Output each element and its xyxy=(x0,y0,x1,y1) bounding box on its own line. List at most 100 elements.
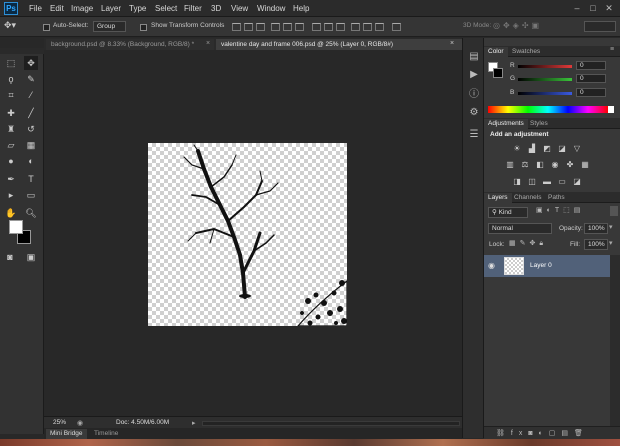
menu-edit[interactable]: Edit xyxy=(50,3,64,14)
menu-view[interactable]: View xyxy=(231,3,248,14)
align-hcenter-icon[interactable] xyxy=(283,23,292,31)
distribute-vcenter-icon[interactable] xyxy=(324,23,333,31)
distribute-hcenter-icon[interactable] xyxy=(363,23,372,31)
color-lookup-icon[interactable]: ▦ xyxy=(580,160,590,169)
blend-mode-dropdown[interactable]: Normal xyxy=(488,223,552,234)
tab-color[interactable]: Color xyxy=(484,47,508,57)
panel-menu-icon[interactable]: ≡ xyxy=(610,46,614,53)
tab-styles[interactable]: Styles xyxy=(526,119,552,129)
dodge-icon[interactable]: ◐ xyxy=(24,154,38,168)
layers-scrollbar[interactable] xyxy=(610,255,620,435)
tab-layers[interactable]: Layers xyxy=(484,193,512,203)
layer-row[interactable]: ◉ Layer 0 xyxy=(484,255,610,277)
tab-paths[interactable]: Paths xyxy=(544,193,569,203)
show-transform-checkbox[interactable] xyxy=(140,24,147,31)
zoom-icon[interactable]: 🔍︎ xyxy=(24,206,38,220)
clone-stamp-icon[interactable]: ♜ xyxy=(4,122,18,136)
menu-image[interactable]: Image xyxy=(71,3,93,14)
distribute-bottom-icon[interactable] xyxy=(336,23,345,31)
pen-icon[interactable]: ✒ xyxy=(4,172,18,186)
close-button[interactable]: ✕ xyxy=(602,2,616,14)
workspace-dropdown[interactable] xyxy=(584,21,616,32)
threshold-icon[interactable]: ▬ xyxy=(542,177,552,186)
channel-r-value[interactable]: 0 xyxy=(576,61,606,70)
photo-filter-icon[interactable]: ◉ xyxy=(550,160,560,169)
menu-file[interactable]: File xyxy=(29,3,42,14)
horizontal-scrollbar[interactable] xyxy=(202,421,460,426)
zoom-info-icon[interactable]: ◉ xyxy=(77,419,85,427)
align-top-icon[interactable] xyxy=(232,23,241,31)
align-left-icon[interactable] xyxy=(271,23,280,31)
tab-channels[interactable]: Channels xyxy=(510,193,545,203)
healing-brush-icon[interactable]: ✚ xyxy=(4,106,18,120)
color-spectrum-ramp[interactable] xyxy=(488,106,608,113)
vibrance-icon[interactable]: ▽ xyxy=(572,144,582,153)
channel-b-slider[interactable] xyxy=(518,92,572,95)
fill-field[interactable]: 100% xyxy=(584,239,608,250)
channel-mixer-icon[interactable]: ✤ xyxy=(565,160,575,169)
layer-filter-toggle[interactable] xyxy=(610,206,618,216)
rectangular-marquee-icon[interactable]: ⬚ xyxy=(4,56,18,70)
channel-g-value[interactable]: 0 xyxy=(576,74,606,83)
posterize-icon[interactable]: ◫ xyxy=(527,177,537,186)
gradient-icon[interactable]: ▦ xyxy=(24,138,38,152)
properties-panel-icon[interactable]: ☰ xyxy=(467,128,481,142)
status-menu-arrow-icon[interactable]: ▸ xyxy=(192,419,200,427)
tab-background-psd[interactable]: background.psd @ 8.33% (Background, RGB/… xyxy=(46,39,214,50)
lock-icons[interactable]: ▦✎✥🔒︎ xyxy=(509,239,553,249)
zoom-level[interactable]: 25% xyxy=(53,419,73,427)
menu-type[interactable]: Type xyxy=(129,3,146,14)
channel-r-slider[interactable] xyxy=(518,65,572,68)
auto-select-dropdown[interactable]: Group xyxy=(93,21,126,32)
black-white-icon[interactable]: ◧ xyxy=(535,160,545,169)
menu-filter[interactable]: Filter xyxy=(184,3,202,14)
tools-panel-grip[interactable] xyxy=(0,48,44,54)
align-vcenter-icon[interactable] xyxy=(244,23,253,31)
tab-close-icon[interactable]: × xyxy=(450,40,458,47)
color-ramp-white[interactable] xyxy=(608,106,614,113)
menu-help[interactable]: Help xyxy=(293,3,309,14)
align-bottom-icon[interactable] xyxy=(256,23,265,31)
tab-swatches[interactable]: Swatches xyxy=(508,47,544,57)
menu-window[interactable]: Window xyxy=(257,3,285,14)
crop-icon[interactable]: ⌗ xyxy=(4,88,18,102)
rectangle-shape-icon[interactable]: ▭ xyxy=(24,188,38,202)
menu-3d[interactable]: 3D xyxy=(211,3,221,14)
channel-b-value[interactable]: 0 xyxy=(576,88,606,97)
auto-align-icon[interactable] xyxy=(392,23,401,31)
3d-mode-tools-icon[interactable]: ◎✥◈✣▣ xyxy=(493,21,573,32)
eyedropper-icon[interactable]: ⁄ xyxy=(24,88,38,102)
type-icon[interactable]: T xyxy=(24,172,38,186)
lasso-icon[interactable]: ϙ xyxy=(4,72,18,86)
quick-selection-icon[interactable]: ✎ xyxy=(24,72,38,86)
selective-color-icon[interactable]: ◪ xyxy=(572,177,582,186)
hand-icon[interactable]: ✋ xyxy=(4,206,18,220)
levels-icon[interactable]: ▟ xyxy=(527,144,537,153)
hue-saturation-icon[interactable]: ▥ xyxy=(505,160,515,169)
minimize-button[interactable]: – xyxy=(570,2,584,14)
path-selection-icon[interactable]: ▸ xyxy=(4,188,18,202)
screen-mode-icon[interactable]: ▣ xyxy=(24,250,38,264)
tab-adjustments[interactable]: Adjustments xyxy=(484,119,528,129)
layer-name[interactable]: Layer 0 xyxy=(530,262,552,269)
auto-select-checkbox[interactable] xyxy=(43,24,50,31)
color-balance-icon[interactable]: ⚖ xyxy=(520,160,530,169)
gradient-map-icon[interactable]: ▭ xyxy=(557,177,567,186)
history-panel-icon[interactable]: ▤ xyxy=(467,50,481,64)
layers-footer-icons[interactable]: ⛓fx◙◐▢▤🗑︎ xyxy=(496,429,589,437)
tab-close-icon[interactable]: × xyxy=(206,40,214,47)
actions-panel-icon[interactable]: ▶ xyxy=(467,68,481,82)
opacity-field[interactable]: 100% xyxy=(584,223,608,234)
invert-icon[interactable]: ◨ xyxy=(512,177,522,186)
history-brush-icon[interactable]: ↺ xyxy=(24,122,38,136)
menu-layer[interactable]: Layer xyxy=(101,3,121,14)
curves-icon[interactable]: ◩ xyxy=(542,144,552,153)
distribute-top-icon[interactable] xyxy=(312,23,321,31)
maximize-button[interactable]: □ xyxy=(586,2,600,14)
brush-icon[interactable]: ╱ xyxy=(24,106,38,120)
eraser-icon[interactable]: ▱ xyxy=(4,138,18,152)
exposure-icon[interactable]: ◪ xyxy=(557,144,567,153)
fill-chevron-icon[interactable]: ▾ xyxy=(609,239,617,250)
tab-mini-bridge[interactable]: Mini Bridge xyxy=(46,429,87,439)
move-tool-icon[interactable]: ✥ xyxy=(24,56,38,70)
